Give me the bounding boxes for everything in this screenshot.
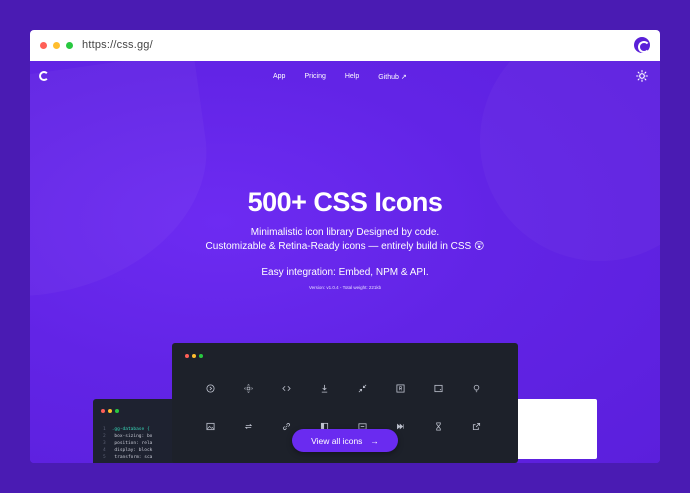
move-icon[interactable] (244, 384, 253, 393)
url-bar: https://css.gg/ (30, 30, 660, 61)
url-text[interactable]: https://css.gg/ (82, 39, 153, 51)
maximize-dot (199, 354, 203, 358)
site-logo-icon[interactable] (39, 71, 49, 81)
hero-integration: Easy integration: Embed, NPM & API. (261, 267, 429, 278)
nav-github[interactable]: Github ↗ (378, 73, 406, 81)
main-nav: App Pricing Help Github ↗ (273, 73, 426, 81)
minimize-dot (192, 354, 196, 358)
cta-label: View all icons (311, 435, 363, 446)
external-icon[interactable] (472, 422, 481, 431)
code-icon[interactable] (282, 384, 291, 393)
shrink-icon[interactable] (358, 384, 367, 393)
hourglass-icon[interactable] (434, 422, 443, 431)
forward-icon[interactable] (396, 422, 405, 431)
cssgg-logo-icon (634, 37, 650, 53)
arrow-right-icon: → (370, 435, 379, 446)
maximize-dot (115, 409, 119, 413)
browser-window: https://css.gg/ App Pricing Help Github … (30, 30, 660, 463)
hero-title: 500+ CSS Icons (247, 187, 443, 217)
nav-app[interactable]: App (273, 73, 285, 81)
maximize-dot[interactable] (66, 42, 73, 49)
code-line: 1 .gg-database { (103, 427, 150, 432)
minimize-dot (108, 409, 112, 413)
download-icon[interactable] (320, 384, 329, 393)
link-icon[interactable] (282, 422, 291, 431)
image-icon[interactable] (206, 422, 215, 431)
view-all-icons-button[interactable]: View all icons → (292, 429, 398, 452)
nav-pricing[interactable]: Pricing (304, 73, 325, 81)
swap-icon[interactable] (244, 422, 253, 431)
code-line: 5 transform: sca (103, 455, 153, 460)
code-line: 2 box-sizing: bo (103, 434, 153, 439)
hero-tagline: Minimalistic icon library Designed by co… (250, 227, 440, 238)
sun-icon[interactable] (636, 70, 648, 82)
code-line: 3 position: rela (103, 441, 153, 446)
play-icon[interactable] (206, 384, 215, 393)
close-dot (101, 409, 105, 413)
light-preview-panel (518, 399, 597, 459)
nav-help[interactable]: Help (345, 73, 359, 81)
hero-description: Customizable & Retina-Ready icons — enti… (205, 241, 485, 252)
r-box-icon[interactable] (396, 384, 405, 393)
image-frame-icon[interactable] (434, 384, 443, 393)
close-dot[interactable] (40, 42, 47, 49)
close-dot (185, 354, 189, 358)
version-info: Version: v1.0.4 - Total weight: 221kb (308, 285, 382, 290)
minimize-dot[interactable] (53, 42, 60, 49)
bulb-icon[interactable] (472, 384, 481, 393)
code-line: 4 display: block (103, 448, 153, 453)
